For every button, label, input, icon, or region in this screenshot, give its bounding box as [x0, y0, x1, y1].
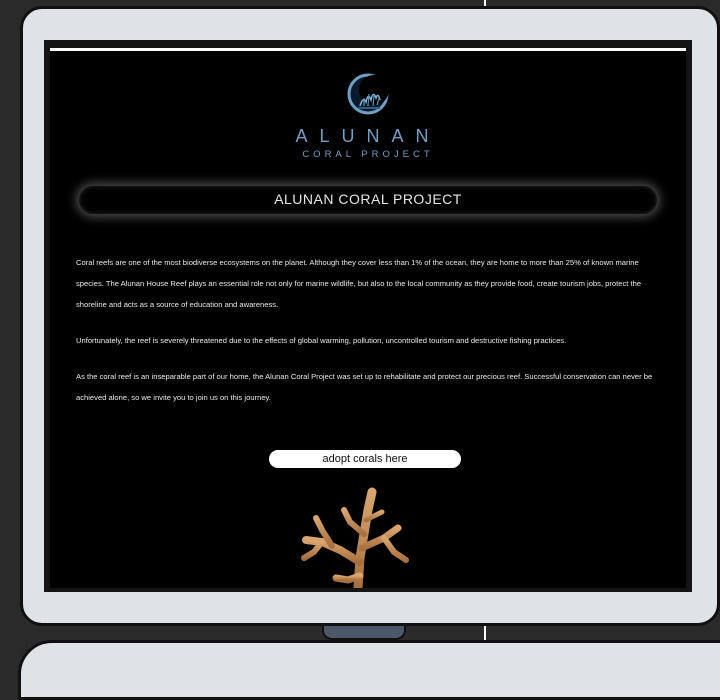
coral-image [301, 487, 409, 588]
website-page[interactable]: ALUNAN CORAL PROJECT ALUNAN CORAL PROJEC… [50, 48, 686, 588]
brand-subtitle: CORAL PROJECT [302, 149, 434, 160]
adopt-corals-button[interactable]: adopt corals here [269, 450, 461, 468]
page-title: ALUNAN CORAL PROJECT [274, 191, 462, 207]
brand-name: ALUNAN [295, 126, 441, 146]
laptop-screen: ALUNAN CORAL PROJECT ALUNAN CORAL PROJEC… [44, 40, 692, 592]
laptop-hinge [322, 626, 406, 640]
intro-paragraph: Coral reefs are one of the most biodiver… [76, 258, 642, 309]
threat-paragraph: Unfortunately, the reef is severely thre… [76, 336, 567, 345]
mission-paragraph: As the coral reef is an inseparable part… [76, 372, 653, 402]
header-rule [50, 48, 686, 51]
alunan-logo-icon [347, 73, 389, 115]
laptop-base [18, 640, 720, 700]
